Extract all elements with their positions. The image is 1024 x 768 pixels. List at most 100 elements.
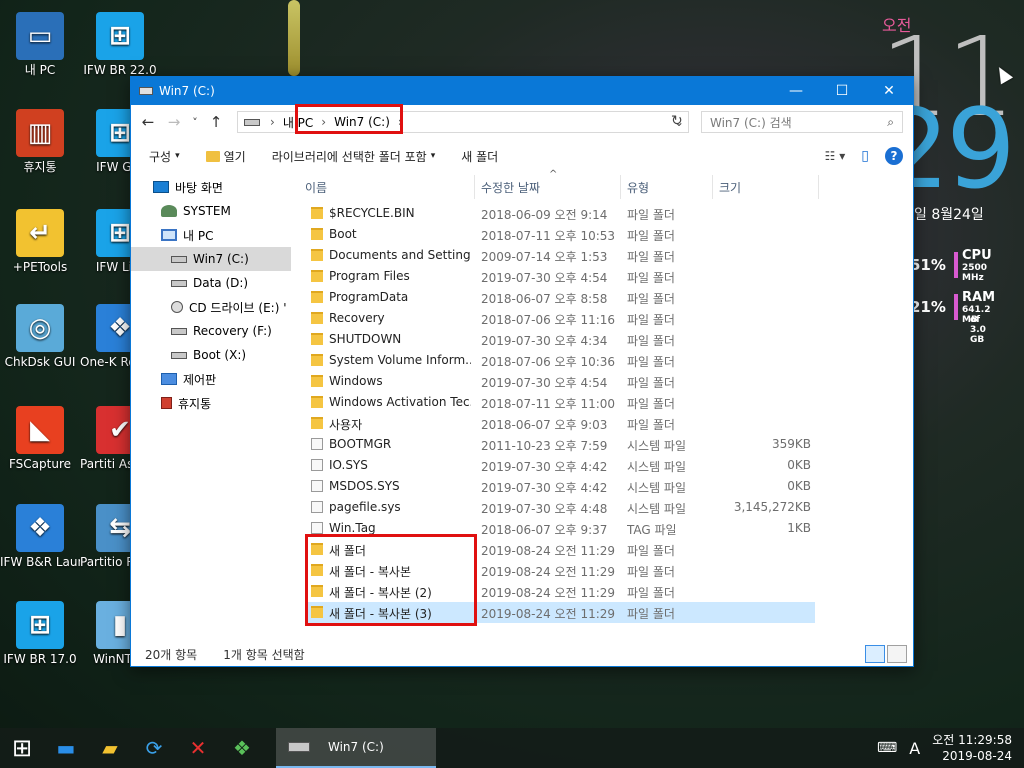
address-bar[interactable]: › 내 PC › Win7 (C:) › ⌄ xyxy=(237,111,689,133)
desktop-icon[interactable]: ↵ +PETools xyxy=(0,205,80,295)
file-type: 파일 폴더 xyxy=(627,355,675,369)
taskbar-sync-icon[interactable]: ⟳ xyxy=(132,728,176,768)
file-icon xyxy=(311,438,323,450)
nav-item-label: CD 드라이브 (E:) ' xyxy=(189,300,287,315)
nav-item[interactable]: 제어판 xyxy=(131,367,291,391)
recent-locations-button[interactable]: ˅ xyxy=(189,111,201,133)
cpu-label: CPU xyxy=(962,248,992,263)
capture-icon: ◣ xyxy=(16,406,64,454)
file-row[interactable]: Win.Tag 2018-06-07 오후 9:37 TAG 파일 1KB xyxy=(307,518,815,539)
search-input[interactable]: Win7 (C:) 검색 ⌕ xyxy=(701,111,903,133)
column-date[interactable]: 수정한 날짜 xyxy=(475,175,621,199)
taskbar-app-explorer[interactable]: Win7 (C:) xyxy=(276,728,436,768)
file-row[interactable]: BOOTMGR 2011-10-23 오후 7:59 시스템 파일 359KB xyxy=(307,434,815,455)
desktop-icon-label: ChkDsk GUI xyxy=(4,355,76,369)
file-row[interactable]: 새 폴더 - 복사본 2019-08-24 오전 11:29 파일 폴더 xyxy=(307,560,815,581)
file-size: 0KB xyxy=(787,458,811,472)
desktop-icon[interactable]: ▥ 휴지통 xyxy=(0,105,80,195)
open-label: 열기 xyxy=(223,149,246,164)
file-row[interactable]: IO.SYS 2019-07-30 오후 4:42 시스템 파일 0KB xyxy=(307,455,815,476)
preview-pane-button[interactable]: ▯ xyxy=(861,148,869,164)
file-row[interactable]: 새 폴더 - 복사본 (2) 2019-08-24 오전 11:29 파일 폴더 xyxy=(307,581,815,602)
taskbar-close-app-icon[interactable]: ✕ xyxy=(176,728,220,768)
file-row[interactable]: Windows Activation Tec... 2018-07-11 오후 1… xyxy=(307,392,815,413)
large-icons-view-button[interactable] xyxy=(887,645,907,663)
file-icon xyxy=(311,522,323,534)
minimize-button[interactable]: — xyxy=(773,77,819,105)
file-row[interactable]: pagefile.sys 2019-07-30 오후 4:48 시스템 파일 3,14… xyxy=(307,497,815,518)
nav-item-label: 제어판 xyxy=(183,372,217,387)
file-type: 파일 폴더 xyxy=(627,397,675,411)
file-type: 파일 폴더 xyxy=(627,334,675,348)
drive-icon xyxy=(171,351,187,359)
forward-button[interactable]: → xyxy=(163,111,185,133)
column-name[interactable]: 이름 xyxy=(299,175,475,199)
nav-item[interactable]: Win7 (C:) xyxy=(131,247,291,271)
desktop-icon[interactable]: ❖ IFW B&R Launcher xyxy=(0,500,80,590)
nav-item[interactable]: SYSTEM xyxy=(131,199,291,223)
file-name: Windows xyxy=(329,374,383,388)
file-row[interactable]: Program Files 2019-07-30 오후 4:54 파일 폴더 xyxy=(307,266,815,287)
details-view-button[interactable] xyxy=(865,645,885,663)
shortcut-folder-icon: ↵ xyxy=(16,209,64,257)
start-button[interactable]: ⊞ xyxy=(0,728,44,768)
taskbar-explorer-icon[interactable]: ▰ xyxy=(88,728,132,768)
nav-item[interactable]: Data (D:) xyxy=(131,271,291,295)
back-button[interactable]: ← xyxy=(137,111,159,133)
file-row[interactable]: ProgramData 2018-06-07 오후 8:58 파일 폴더 xyxy=(307,287,815,308)
organize-button[interactable]: 구성 ▾ xyxy=(149,148,180,165)
desktop-icon[interactable]: ◎ ChkDsk GUI xyxy=(0,300,80,390)
column-type[interactable]: 유형 xyxy=(621,175,713,199)
keyboard-icon[interactable]: ⌨ xyxy=(877,740,897,756)
close-button[interactable]: ✕ xyxy=(865,77,913,105)
title-bar[interactable]: Win7 (C:) — ☐ ✕ xyxy=(131,77,913,105)
cpu-percent: 51% xyxy=(910,256,946,274)
file-row[interactable]: 사용자 2018-06-07 오후 9:03 파일 폴더 xyxy=(307,413,815,434)
include-in-library-button[interactable]: 라이브러리에 선택한 폴더 포함 ▾ xyxy=(272,148,436,165)
file-row[interactable]: 새 폴더 - 복사본 (3) 2019-08-24 오전 11:29 파일 폴더 xyxy=(307,602,815,623)
file-type: 파일 폴더 xyxy=(627,208,675,222)
refresh-icon[interactable]: ↻ xyxy=(671,113,683,129)
breadcrumb-my-pc[interactable]: 내 PC xyxy=(279,114,317,131)
search-placeholder: Win7 (C:) 검색 xyxy=(710,115,792,130)
file-row[interactable]: Windows 2019-07-30 오후 4:54 파일 폴더 xyxy=(307,371,815,392)
help-button[interactable]: ? xyxy=(885,147,903,165)
nav-item[interactable]: Boot (X:) xyxy=(131,343,291,367)
ime-indicator[interactable]: A xyxy=(909,739,920,758)
file-row[interactable]: MSDOS.SYS 2019-07-30 오후 4:42 시스템 파일 0KB xyxy=(307,476,815,497)
new-folder-button[interactable]: 새 폴더 xyxy=(461,148,498,165)
taskbar-clock[interactable]: 오전 11:29:58 2019-08-24 xyxy=(932,732,1012,764)
file-row[interactable]: System Volume Inform... 2018-07-06 오후 10:… xyxy=(307,350,815,371)
maximize-button[interactable]: ☐ xyxy=(819,77,865,105)
file-name: Win.Tag xyxy=(329,521,376,535)
desktop-icon[interactable]: ▭ 내 PC xyxy=(0,8,80,98)
file-date: 2019-07-30 오후 4:42 xyxy=(481,481,608,495)
desktop-icon-label: +PETools xyxy=(12,260,68,274)
change-view-button[interactable]: ☷ ▾ xyxy=(825,149,846,163)
up-button[interactable]: ↑ xyxy=(205,111,227,133)
open-button[interactable]: 열기 xyxy=(205,148,246,165)
nav-item[interactable]: CD 드라이브 (E:) ' xyxy=(131,295,291,319)
taskbar-windows-orb-icon[interactable]: ❖ xyxy=(220,728,264,768)
file-type: 파일 폴더 xyxy=(627,586,675,600)
taskbar-desktop-icon[interactable]: ▬ xyxy=(44,728,88,768)
file-name: Windows Activation Tec... xyxy=(329,395,471,409)
file-row[interactable]: Documents and Settings 2009-07-14 오후 1:53… xyxy=(307,245,815,266)
file-row[interactable]: Boot 2018-07-11 오후 10:53 파일 폴더 xyxy=(307,224,815,245)
file-row[interactable]: 새 폴더 2019-08-24 오전 11:29 파일 폴더 xyxy=(307,539,815,560)
nav-item[interactable]: 내 PC xyxy=(131,223,291,247)
folder-icon xyxy=(311,312,323,324)
file-row[interactable]: Recovery 2018-07-06 오후 11:16 파일 폴더 xyxy=(307,308,815,329)
file-name: 새 폴더 - 복사본 (3) xyxy=(329,607,432,621)
nav-item-label: 바탕 화면 xyxy=(175,180,223,195)
desktop-icon[interactable]: ◣ FSCapture xyxy=(0,402,80,492)
file-row[interactable]: $RECYCLE.BIN 2018-06-09 오전 9:14 파일 폴더 xyxy=(307,203,815,224)
nav-item[interactable]: Recovery (F:) xyxy=(131,319,291,343)
desktop-icon[interactable]: ⊞ IFW BR 17.0 xyxy=(0,597,80,687)
column-size[interactable]: 크기 xyxy=(713,175,819,199)
breadcrumb-win7[interactable]: Win7 (C:) xyxy=(330,115,394,129)
nav-item[interactable]: 바탕 화면 xyxy=(131,175,291,199)
file-type: 파일 폴더 xyxy=(627,292,675,306)
nav-item[interactable]: 휴지통 xyxy=(131,391,291,415)
file-row[interactable]: SHUTDOWN 2019-07-30 오후 4:34 파일 폴더 xyxy=(307,329,815,350)
